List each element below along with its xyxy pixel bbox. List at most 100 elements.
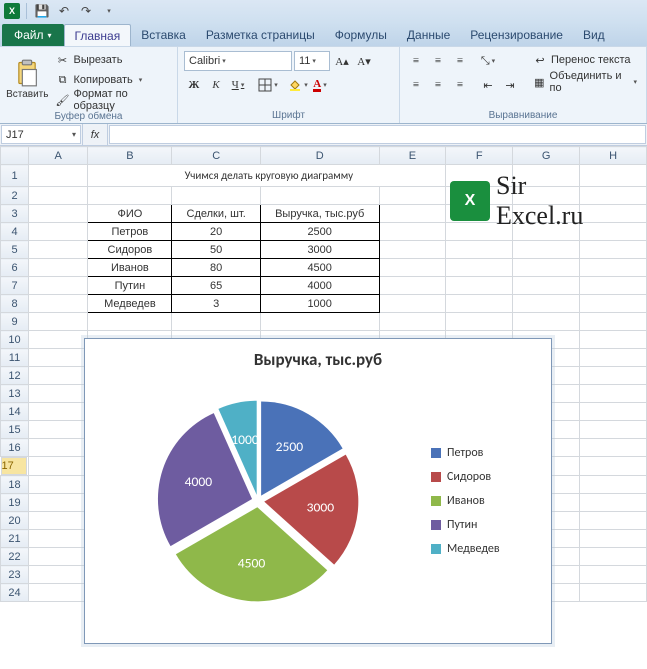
- cell[interactable]: [88, 313, 172, 331]
- cell[interactable]: [513, 223, 580, 241]
- cell[interactable]: [446, 223, 513, 241]
- cell[interactable]: [29, 277, 88, 295]
- cell[interactable]: [29, 403, 88, 421]
- cell[interactable]: [580, 187, 647, 205]
- align-left-icon[interactable]: ≡: [406, 75, 426, 95]
- legend-item[interactable]: Путин: [431, 518, 551, 532]
- italic-button[interactable]: К: [206, 75, 226, 95]
- row-header[interactable]: 13: [1, 385, 29, 403]
- cell[interactable]: [580, 439, 647, 457]
- col-header[interactable]: A: [29, 147, 88, 165]
- row-header[interactable]: 22: [1, 548, 29, 566]
- cell[interactable]: [29, 566, 88, 584]
- cell[interactable]: [29, 223, 88, 241]
- cell[interactable]: Медведев: [88, 295, 172, 313]
- cell[interactable]: [513, 295, 580, 313]
- cell[interactable]: [580, 421, 647, 439]
- cell[interactable]: [88, 187, 172, 205]
- cell[interactable]: [513, 277, 580, 295]
- cell[interactable]: [580, 331, 647, 349]
- font-color-button[interactable]: A: [310, 75, 330, 95]
- col-header[interactable]: D: [260, 147, 379, 165]
- cell[interactable]: [580, 205, 647, 223]
- cell[interactable]: 65: [172, 277, 260, 295]
- cell[interactable]: [29, 512, 88, 530]
- row-header[interactable]: 23: [1, 566, 29, 584]
- merge-button[interactable]: ▦ Объединить и по: [530, 73, 640, 91]
- cell[interactable]: [29, 530, 88, 548]
- cell[interactable]: [580, 494, 647, 512]
- qat-customize-icon[interactable]: [99, 2, 117, 20]
- cell[interactable]: [379, 277, 446, 295]
- cell[interactable]: Учимся делать круговую диаграмму: [88, 165, 446, 187]
- tab-formulas[interactable]: Формулы: [325, 24, 397, 46]
- legend-item[interactable]: Петров: [431, 446, 551, 460]
- cell[interactable]: 20: [172, 223, 260, 241]
- cell[interactable]: [446, 259, 513, 277]
- row-header[interactable]: 3: [1, 205, 29, 223]
- align-top-icon[interactable]: ≡: [406, 51, 426, 71]
- cell[interactable]: [446, 241, 513, 259]
- row-header[interactable]: 24: [1, 584, 29, 602]
- paste-button[interactable]: Вставить: [6, 51, 49, 107]
- cell[interactable]: 3: [172, 295, 260, 313]
- col-header[interactable]: E: [379, 147, 446, 165]
- cell[interactable]: [29, 548, 88, 566]
- cell[interactable]: Петров: [88, 223, 172, 241]
- col-header[interactable]: H: [580, 147, 647, 165]
- cell[interactable]: [446, 165, 513, 187]
- pie-plot-area[interactable]: 25003000450040001000: [85, 374, 431, 628]
- cell[interactable]: [29, 457, 88, 476]
- cell[interactable]: [260, 187, 379, 205]
- cell[interactable]: [513, 241, 580, 259]
- tab-view[interactable]: Вид: [573, 24, 615, 46]
- cell[interactable]: ФИО: [88, 205, 172, 223]
- col-header[interactable]: G: [513, 147, 580, 165]
- row-header[interactable]: 16: [1, 439, 29, 457]
- cell[interactable]: [379, 187, 446, 205]
- cell[interactable]: Сделки, шт.: [172, 205, 260, 223]
- cell[interactable]: [580, 349, 647, 367]
- row-header[interactable]: 6: [1, 259, 29, 277]
- row-header[interactable]: 15: [1, 421, 29, 439]
- cell[interactable]: [513, 259, 580, 277]
- underline-button[interactable]: Ч: [228, 75, 248, 95]
- cell[interactable]: [29, 295, 88, 313]
- cell[interactable]: [580, 259, 647, 277]
- bold-button[interactable]: Ж: [184, 75, 204, 95]
- fill-color-button[interactable]: [288, 75, 308, 95]
- row-header[interactable]: 2: [1, 187, 29, 205]
- cell[interactable]: 2500: [260, 223, 379, 241]
- cell[interactable]: [260, 313, 379, 331]
- save-icon[interactable]: 💾: [33, 2, 51, 20]
- embedded-chart[interactable]: Выручка, тыс.руб 25003000450040001000 Пе…: [84, 338, 552, 644]
- cell[interactable]: [29, 259, 88, 277]
- row-header[interactable]: 14: [1, 403, 29, 421]
- cell[interactable]: [580, 295, 647, 313]
- row-header[interactable]: 11: [1, 349, 29, 367]
- font-size-select[interactable]: 11: [294, 51, 330, 71]
- cell[interactable]: [379, 295, 446, 313]
- cell[interactable]: [513, 187, 580, 205]
- tab-insert[interactable]: Вставка: [131, 24, 196, 46]
- row-header[interactable]: 4: [1, 223, 29, 241]
- tab-page-layout[interactable]: Разметка страницы: [196, 24, 325, 46]
- row-header[interactable]: 12: [1, 367, 29, 385]
- cell[interactable]: [29, 187, 88, 205]
- cell[interactable]: [446, 205, 513, 223]
- copy-button[interactable]: ⧉ Копировать: [53, 71, 171, 89]
- orientation-icon[interactable]: ⤡: [478, 51, 498, 71]
- legend-item[interactable]: Сидоров: [431, 470, 551, 484]
- cell[interactable]: 4000: [260, 277, 379, 295]
- cell[interactable]: Путин: [88, 277, 172, 295]
- align-right-icon[interactable]: ≡: [450, 75, 470, 95]
- cell[interactable]: [379, 259, 446, 277]
- tab-review[interactable]: Рецензирование: [460, 24, 573, 46]
- cell[interactable]: [580, 385, 647, 403]
- cell[interactable]: 4500: [260, 259, 379, 277]
- cell[interactable]: [580, 530, 647, 548]
- row-header[interactable]: 1: [1, 165, 29, 187]
- worksheet-grid[interactable]: A B C D E F G H 1Учимся делать круговую …: [0, 146, 647, 602]
- wrap-text-button[interactable]: ↩ Перенос текста: [530, 51, 640, 69]
- cell[interactable]: [580, 367, 647, 385]
